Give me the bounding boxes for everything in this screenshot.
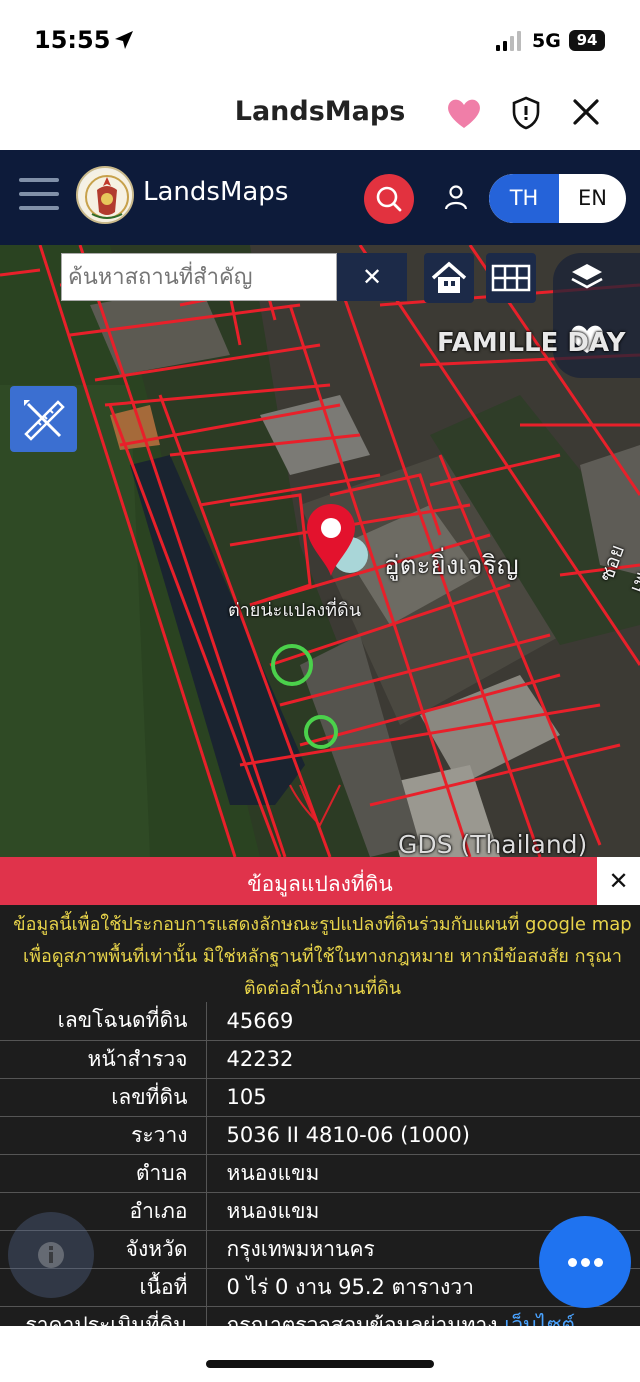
- layers-icon[interactable]: [569, 260, 605, 294]
- status-bar: 15:55 5G 94: [0, 0, 640, 80]
- highlight-ring: [304, 715, 338, 749]
- language-toggle: TH EN: [489, 174, 626, 223]
- home-icon: [431, 261, 467, 293]
- parcel-info-header: ข้อมูลแปลงที่ดิน ✕: [0, 857, 640, 905]
- ruler-pencil-icon: [24, 400, 65, 441]
- row-value: หนองแขม: [206, 1154, 640, 1193]
- measure-tool-button[interactable]: [10, 386, 77, 452]
- menu-icon[interactable]: [19, 178, 59, 212]
- satellite-map[interactable]: ✕: [0, 245, 640, 857]
- chat-icon: [594, 1258, 603, 1267]
- info-icon: [38, 1242, 64, 1268]
- emblem-logo[interactable]: [76, 166, 134, 224]
- table-row: ระวาง 5036 II 4810-06 (1000): [0, 1116, 640, 1155]
- table-row: ตำบล หนองแขม: [0, 1154, 640, 1193]
- row-label: เลขโฉนดที่ดิน: [0, 1002, 207, 1041]
- row-value: 45669: [206, 1002, 640, 1041]
- place-search-box[interactable]: [61, 253, 337, 301]
- app-screen: 15:55 5G 94 LandsMaps LandsMaps TH EN ค้…: [0, 0, 640, 1382]
- place-search-input[interactable]: [62, 254, 336, 300]
- poi-label[interactable]: FAMILLE DAY: [437, 328, 625, 358]
- location-pin-icon[interactable]: [303, 502, 359, 578]
- user-icon[interactable]: [441, 183, 471, 213]
- table-row: หน้าสำรวจ 42232: [0, 1040, 640, 1079]
- table-row: เลขที่ดิน 105: [0, 1078, 640, 1117]
- signal-icon: [496, 31, 521, 51]
- chat-icon: [581, 1258, 590, 1267]
- network-type: 5G: [532, 30, 561, 52]
- search-icon: [376, 186, 402, 212]
- info-button[interactable]: [8, 1212, 94, 1298]
- table-row: เลขโฉนดที่ดิน 45669: [0, 1002, 640, 1041]
- home-indicator-area: [0, 1326, 640, 1382]
- poi-label[interactable]: ต่ายน่ะแปลงที่ดิน: [228, 595, 361, 624]
- lang-th-button[interactable]: TH: [489, 174, 559, 223]
- status-time: 15:55: [34, 26, 111, 54]
- close-icon[interactable]: [572, 98, 600, 126]
- browser-title: LandsMaps: [234, 96, 406, 127]
- location-arrow-icon: [115, 31, 133, 49]
- brand-name[interactable]: LandsMaps: [143, 177, 288, 207]
- highlight-ring: [271, 644, 313, 686]
- heart-icon[interactable]: [446, 96, 482, 130]
- row-label: ตำบล: [0, 1154, 207, 1193]
- battery-icon: 94: [569, 30, 605, 51]
- home-indicator[interactable]: [206, 1360, 434, 1368]
- row-value: 5036 II 4810-06 (1000): [206, 1116, 640, 1155]
- poi-label[interactable]: อู่ตะยิ่งเจริญ: [384, 545, 519, 586]
- search-clear-button[interactable]: ✕: [337, 253, 407, 301]
- grid-button[interactable]: [486, 253, 536, 303]
- poi-label[interactable]: GDS (Thailand): [398, 830, 587, 857]
- shield-icon[interactable]: [511, 96, 541, 130]
- search-button[interactable]: [364, 174, 414, 224]
- browser-header: LandsMaps: [0, 80, 640, 150]
- row-value: 105: [206, 1078, 640, 1117]
- row-label: เลขที่ดิน: [0, 1078, 207, 1117]
- grid-icon: [491, 264, 531, 292]
- chat-button[interactable]: [539, 1216, 631, 1308]
- close-panel-button[interactable]: ✕: [597, 857, 640, 905]
- row-label: หน้าสำรวจ: [0, 1040, 207, 1079]
- row-value: 42232: [206, 1040, 640, 1079]
- parcel-info-title: ข้อมูลแปลงที่ดิน: [247, 872, 393, 896]
- chat-icon: [568, 1258, 577, 1267]
- site-navbar: LandsMaps TH EN: [0, 150, 640, 245]
- row-label: ระวาง: [0, 1116, 207, 1155]
- lang-en-button[interactable]: EN: [559, 174, 626, 223]
- table-row: อำเภอ หนองแขม: [0, 1192, 640, 1231]
- parcel-info-table: เลขโฉนดที่ดิน 45669 หน้าสำรวจ 42232 เลขที่…: [0, 1002, 640, 1345]
- home-button[interactable]: [424, 253, 474, 303]
- disclaimer-text: ข้อมูลนี้เพื่อใช้ประกอบการแสดงลักษณะรูปแ…: [13, 914, 632, 999]
